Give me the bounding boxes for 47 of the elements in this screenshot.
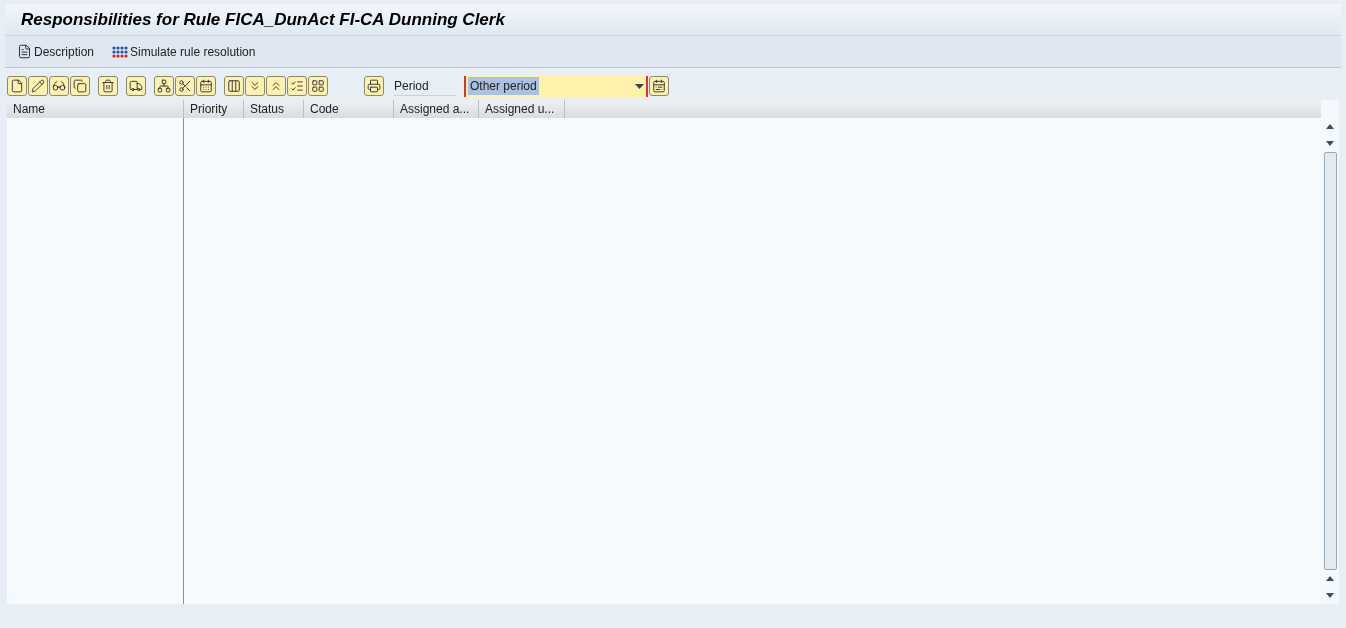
toolbar-button[interactable]: [98, 76, 118, 96]
dropdown-value: Other period: [468, 77, 539, 95]
pencil-icon: [31, 79, 45, 93]
header-corner: [1321, 100, 1339, 118]
toolbar-button[interactable]: [28, 76, 48, 96]
toolbar-button[interactable]: [649, 76, 669, 96]
toolbar-button[interactable]: [308, 76, 328, 96]
toolbar-button[interactable]: [196, 76, 216, 96]
column-header[interactable]: Code: [304, 100, 394, 118]
period-label: Period: [394, 76, 456, 96]
toolbar-text-button[interactable]: Description: [17, 42, 95, 61]
column-header[interactable]: Priority: [184, 100, 244, 118]
toolbar-button[interactable]: [70, 76, 90, 96]
column-header[interactable]: Assigned a...: [394, 100, 479, 118]
copy-icon: [73, 79, 87, 93]
expand-icon: [248, 79, 262, 93]
glasses-icon: [52, 79, 66, 93]
collapse-icon: [269, 79, 283, 93]
caret-icon: [635, 83, 644, 89]
column-header[interactable]: Name: [7, 100, 184, 118]
toolbar-button[interactable]: [7, 76, 27, 96]
toolbar-button[interactable]: [49, 76, 69, 96]
toolbar-button[interactable]: [126, 76, 146, 96]
truck-icon: [129, 79, 143, 93]
calendar-icon: [652, 79, 666, 93]
cut-icon: [178, 79, 192, 93]
hierarchy-icon: [157, 79, 171, 93]
period-dropdown[interactable]: Other period: [464, 75, 648, 97]
vertical-scrollbar[interactable]: [1321, 118, 1339, 604]
new-document-icon: [10, 79, 24, 93]
toolbar-button[interactable]: [154, 76, 174, 96]
toolbar-text-button[interactable]: Simulate rule resolution: [112, 42, 256, 61]
print-icon: [367, 79, 381, 93]
toolbar-button[interactable]: [175, 76, 195, 96]
calendar-icon: [199, 79, 213, 93]
column-header[interactable]: Status: [244, 100, 304, 118]
toolbar-button[interactable]: [364, 76, 384, 96]
window-title: Responsibilities for Rule FICA_DunAct FI-CA Dunning Clerk: [21, 8, 505, 31]
column-header[interactable]: Assigned u...: [479, 100, 565, 118]
dots-grid-icon: [112, 44, 129, 59]
scroll-thumb[interactable]: [1323, 152, 1337, 570]
grid-icon: [311, 79, 325, 93]
list-icon: [290, 79, 304, 93]
document-icon: [17, 44, 32, 59]
toolbar-button[interactable]: [224, 76, 244, 96]
columns-icon: [227, 79, 241, 93]
delete-icon: [101, 79, 115, 93]
